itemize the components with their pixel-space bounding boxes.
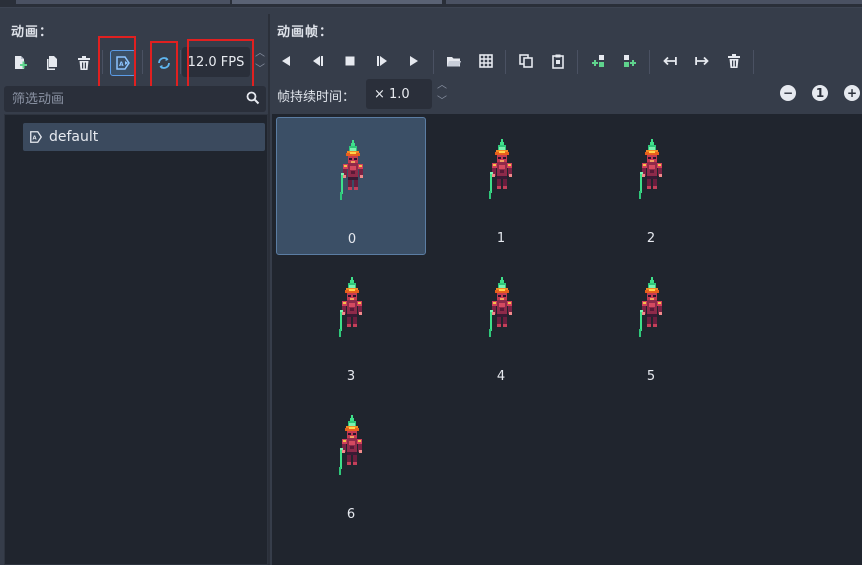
toolbar-separator xyxy=(142,50,143,74)
play-backwards-from-end-icon xyxy=(313,56,323,66)
loop-icon xyxy=(158,57,170,69)
frames-title: 动画帧： xyxy=(277,25,334,40)
chevron-down-icon[interactable]: ﹀ xyxy=(255,64,265,76)
paste-icon xyxy=(552,54,564,69)
frame-duration-field[interactable]: × 1.0 xyxy=(366,79,432,109)
zoom-in-label: + xyxy=(846,86,858,100)
insert-after-icon xyxy=(624,55,636,67)
animation-name: default xyxy=(49,129,99,145)
frame-item[interactable]: 2 xyxy=(576,117,726,255)
frame-label: 3 xyxy=(346,369,356,384)
top-strip xyxy=(0,0,862,8)
duration-spinner[interactable]: ︿ ﹀ xyxy=(436,80,448,108)
move-frame-left-button[interactable] xyxy=(657,48,683,74)
fps-field[interactable]: 12.0 FPS xyxy=(182,47,250,77)
grid-icon xyxy=(479,54,493,68)
stop-button[interactable] xyxy=(337,48,363,74)
frame-item[interactable]: 5 xyxy=(576,255,726,393)
play-button[interactable] xyxy=(401,48,427,74)
animation-item-default[interactable]: A default xyxy=(23,123,265,151)
toolbar-separator xyxy=(505,50,506,74)
sprite-thumbnail xyxy=(340,140,363,200)
zoom-out-label: − xyxy=(782,86,794,100)
sprite-thumbnail xyxy=(339,415,362,475)
chevron-up-icon[interactable]: ︿ xyxy=(255,48,265,60)
copy-frame-button[interactable] xyxy=(513,48,539,74)
arrow-right-icon xyxy=(695,56,709,66)
frame-label: 0 xyxy=(347,232,357,247)
delete-frame-button[interactable] xyxy=(721,48,747,74)
frame-label: 1 xyxy=(496,231,506,246)
toolbar-separator xyxy=(753,50,754,74)
chevron-up-icon[interactable]: ︿ xyxy=(437,80,447,92)
arrow-left-icon xyxy=(663,56,677,66)
insert-frame-after-button[interactable] xyxy=(617,48,643,74)
toolbar-separator xyxy=(577,50,578,74)
autoplay-on-load-button[interactable]: A xyxy=(110,50,136,76)
filter-animations-input[interactable] xyxy=(12,91,232,107)
toolbar-separator xyxy=(433,50,434,74)
zoom-reset-label: 1 xyxy=(815,86,825,100)
paste-frame-button[interactable] xyxy=(545,48,571,74)
frames-grid: 0 1 2 3 4 5 6 xyxy=(272,114,862,565)
trash-icon xyxy=(78,56,90,70)
toolbar-separator xyxy=(102,50,103,74)
scroll-track xyxy=(16,0,230,4)
insert-frame-before-button[interactable] xyxy=(585,48,611,74)
duplicate-animation-button[interactable] xyxy=(39,50,65,76)
frame-label: 5 xyxy=(646,369,656,384)
play-icon xyxy=(410,56,418,66)
zoom-out-button[interactable]: − xyxy=(780,85,796,101)
sprite-thumbnail xyxy=(489,139,512,199)
zoom-in-button[interactable]: + xyxy=(844,85,860,101)
folder-open-icon xyxy=(447,57,461,67)
chevron-down-icon[interactable]: ﹀ xyxy=(437,96,447,108)
animation-list: A default xyxy=(4,114,268,565)
trash-icon xyxy=(728,54,740,68)
frame-label: 6 xyxy=(346,507,356,522)
play-backwards-from-end-button[interactable] xyxy=(305,48,331,74)
autoplay-icon: A xyxy=(116,56,130,70)
copy-icon xyxy=(519,54,533,68)
new-file-icon xyxy=(15,56,27,69)
frame-item[interactable]: 1 xyxy=(426,117,576,255)
sprite-thumbnail xyxy=(639,139,662,199)
add-frames-from-file-button[interactable] xyxy=(441,48,467,74)
toolbar-separator xyxy=(180,50,181,74)
loop-toggle-button[interactable] xyxy=(151,50,177,76)
frame-item[interactable]: 4 xyxy=(426,255,576,393)
scroll-track xyxy=(446,0,862,4)
duplicate-icon xyxy=(47,56,57,70)
filter-animations xyxy=(4,86,266,112)
frame-item[interactable]: 6 xyxy=(276,393,426,531)
search-icon xyxy=(246,91,260,109)
zoom-reset-button[interactable]: 1 xyxy=(812,85,828,101)
frame-item[interactable]: 3 xyxy=(276,255,426,393)
animations-title: 动画： xyxy=(11,25,54,40)
fps-spinner[interactable]: ︿ ﹀ xyxy=(254,48,266,76)
frame-label: 2 xyxy=(646,231,656,246)
svg-text:A: A xyxy=(33,136,38,142)
sprite-thumbnail xyxy=(339,277,362,337)
play-from-start-button[interactable] xyxy=(369,48,395,74)
frame-label: 4 xyxy=(496,369,506,384)
play-backwards-button[interactable] xyxy=(273,48,299,74)
svg-text:A: A xyxy=(119,61,124,68)
frame-item[interactable]: 0 xyxy=(276,117,426,255)
insert-before-icon xyxy=(592,55,604,67)
sprite-thumbnail xyxy=(489,277,512,337)
add-frames-from-sheet-button[interactable] xyxy=(473,48,499,74)
play-backwards-icon xyxy=(282,56,290,66)
toolbar-separator xyxy=(649,50,650,74)
frame-duration-label: 帧持续时间： xyxy=(277,90,356,105)
panel-divider[interactable] xyxy=(268,14,270,565)
delete-animation-button[interactable] xyxy=(71,50,97,76)
animation-icon: A xyxy=(30,131,43,143)
play-from-start-icon xyxy=(377,56,387,66)
scroll-thumb[interactable] xyxy=(232,0,442,4)
stop-icon xyxy=(345,56,355,66)
sprite-thumbnail xyxy=(639,277,662,337)
new-animation-button[interactable] xyxy=(7,50,33,76)
move-frame-right-button[interactable] xyxy=(689,48,715,74)
